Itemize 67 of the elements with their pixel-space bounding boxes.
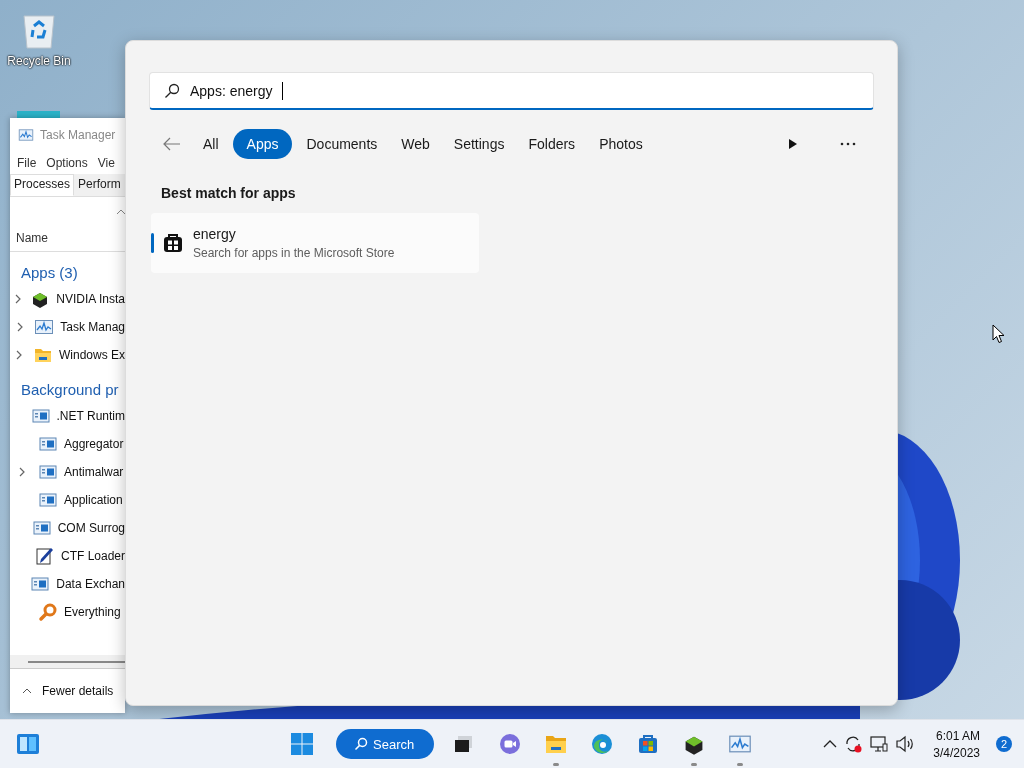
service-window-icon: [38, 462, 58, 482]
magnifier-icon: [38, 602, 58, 622]
filter-tab[interactable]: Folders: [518, 129, 586, 159]
search-result[interactable]: energy Search for apps in the Microsoft Store: [151, 213, 479, 273]
result-subtitle: Search for apps in the Microsoft Store: [193, 246, 395, 260]
result-title: energy: [193, 226, 237, 242]
tab[interactable]: Processes: [10, 174, 75, 196]
chevron-icon[interactable]: [19, 467, 25, 477]
chart-window-icon: [18, 127, 34, 143]
start-icon[interactable]: [290, 732, 314, 756]
search-icon: [164, 82, 180, 99]
process-name[interactable]: Windows Ex: [58, 348, 125, 362]
service-window-icon: [30, 406, 51, 426]
chevron-icon[interactable]: [17, 322, 24, 332]
chat-icon[interactable]: [498, 732, 523, 756]
fewer-details-link[interactable]: Fewer details: [42, 684, 114, 698]
menu-item[interactable]: Options: [46, 156, 88, 170]
browser-icon[interactable]: [590, 732, 615, 756]
process-name[interactable]: Task Manag: [60, 320, 125, 334]
chevron-icon[interactable]: [15, 294, 22, 304]
service-window-icon: [38, 434, 58, 454]
notification-badge[interactable]: 2: [996, 736, 1012, 752]
more-icon: [840, 142, 856, 146]
process-name[interactable]: NVIDIA Insta: [56, 292, 125, 306]
process-name[interactable]: Data Exchan: [56, 577, 125, 591]
group-heading: Apps (3): [21, 264, 78, 281]
chart-window-icon: [34, 317, 55, 337]
search-icon: [354, 737, 368, 751]
filter-tab[interactable]: Apps: [232, 129, 293, 159]
filter-tab[interactable]: All: [193, 129, 229, 159]
cursor-icon: [992, 324, 1006, 344]
menu-item[interactable]: File: [17, 156, 37, 170]
filter-tab[interactable]: Web: [391, 129, 440, 159]
process-name[interactable]: Antimalwar: [64, 465, 124, 479]
process-name[interactable]: CTF Loader: [60, 549, 125, 563]
caret-icon[interactable]: [22, 688, 32, 694]
column-header[interactable]: Name: [16, 231, 48, 245]
widgets-icon[interactable]: [16, 733, 40, 755]
process-name[interactable]: COM Surrog: [57, 521, 125, 535]
process-name[interactable]: Aggregator: [64, 437, 124, 451]
network-icon[interactable]: [869, 735, 890, 753]
process-name[interactable]: Application: [64, 493, 123, 507]
process-name[interactable]: Everything: [64, 605, 121, 619]
search-button[interactable]: Search: [336, 729, 435, 759]
process-name[interactable]: .NET Runtim: [56, 409, 125, 423]
search-field[interactable]: Apps: energy: [149, 72, 874, 110]
shopping-bag-icon: [163, 233, 183, 253]
scrollbar[interactable]: [28, 661, 125, 663]
clock[interactable]: 6:01 AM 3/4/2023: [933, 728, 980, 760]
chevron-icon[interactable]: [16, 350, 23, 360]
tab[interactable]: Perform: [74, 174, 125, 196]
menu-item[interactable]: Vie: [97, 156, 115, 170]
service-window-icon: [30, 574, 51, 594]
back-arrow-icon[interactable]: [163, 137, 181, 151]
sync-icon[interactable]: [843, 734, 864, 754]
pen-document-icon: [34, 546, 55, 566]
service-window-icon: [38, 490, 58, 510]
play-icon: [788, 138, 798, 150]
service-window-icon: [31, 518, 52, 538]
filter-tab[interactable]: Settings: [443, 129, 515, 159]
filter-tab[interactable]: Photos: [589, 129, 653, 159]
chevron-up-icon[interactable]: [823, 740, 838, 748]
speaker-icon[interactable]: [895, 735, 916, 753]
group-heading: Background pr: [21, 381, 119, 398]
filter-tab[interactable]: Documents: [296, 129, 388, 159]
window-title: Task Manager: [40, 128, 116, 142]
section-heading: Best match for apps: [161, 185, 297, 201]
